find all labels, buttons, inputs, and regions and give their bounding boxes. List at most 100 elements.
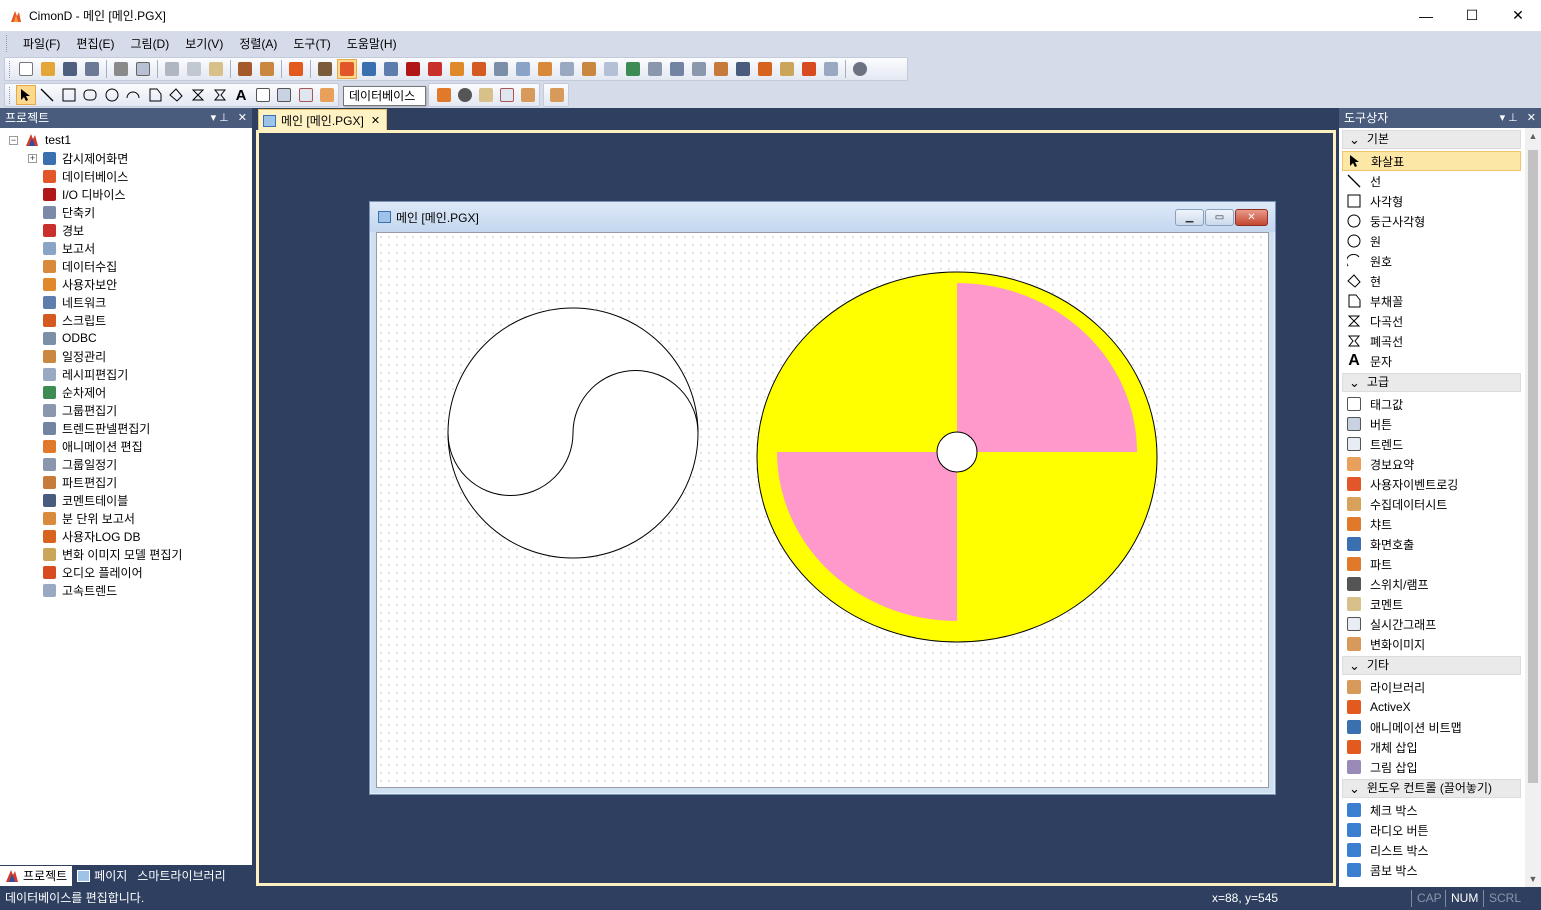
tree-item[interactable]: 네트워크 xyxy=(0,293,252,311)
part-editor-button[interactable] xyxy=(711,59,731,79)
close-button[interactable]: ✕ xyxy=(1495,0,1541,31)
arc-tool-button[interactable] xyxy=(124,85,144,105)
tree-item[interactable]: 순차제어 xyxy=(0,383,252,401)
menu-grip[interactable] xyxy=(6,35,9,52)
toolbox-item[interactable]: 버튼 xyxy=(1342,414,1521,434)
toolbox-item[interactable]: 라디오 버튼 xyxy=(1342,820,1521,840)
drawing-canvas[interactable] xyxy=(376,232,1269,788)
toolbox-item[interactable]: 코멘트 xyxy=(1342,594,1521,614)
toolbox-group-header[interactable]: ⌄ 고급 xyxy=(1342,373,1521,392)
toolbar-grip[interactable] xyxy=(9,86,12,104)
tag-value-tool-button[interactable] xyxy=(253,85,273,105)
toolbox-item[interactable]: 콤보 박스 xyxy=(1342,860,1521,880)
part-tool-button[interactable] xyxy=(434,85,453,105)
help-button[interactable] xyxy=(850,59,870,79)
tree-item[interactable]: 단축키 xyxy=(0,203,252,221)
sequence-button[interactable] xyxy=(623,59,643,79)
tree-collapse-toggle[interactable]: − xyxy=(9,135,18,145)
panel-pin-button[interactable]: ▾ ⊥ xyxy=(211,108,229,128)
button-tool-button[interactable] xyxy=(274,85,294,105)
toolbox-item[interactable]: 사용자이벤트로깅 xyxy=(1342,474,1521,494)
minimize-button[interactable]: — xyxy=(1403,0,1449,31)
comment-table-button[interactable] xyxy=(733,59,753,79)
print-preview-button[interactable] xyxy=(133,59,153,79)
save-button[interactable] xyxy=(60,59,80,79)
tree-item[interactable]: 일정관리 xyxy=(0,347,252,365)
toolbox-item[interactable]: 체크 박스 xyxy=(1342,800,1521,820)
script-button[interactable] xyxy=(469,59,489,79)
tree-item[interactable]: 사용자보안 xyxy=(0,275,252,293)
toolbox-item[interactable]: 수집데이터시트 xyxy=(1342,494,1521,514)
tree-item[interactable]: + 감시제어화면 xyxy=(0,149,252,167)
trend-panel-button[interactable] xyxy=(667,59,687,79)
toolbox-item[interactable]: 둥근사각형 xyxy=(1342,211,1521,231)
center-hole[interactable] xyxy=(936,431,978,473)
menu-help[interactable]: 도움말(H) xyxy=(339,33,405,55)
tree-item[interactable]: 코멘트테이블 xyxy=(0,491,252,509)
toolbox-group-header[interactable]: ⌄ 기타 xyxy=(1342,656,1521,675)
tree-item[interactable]: 그룹편집기 xyxy=(0,401,252,419)
tree-item[interactable]: 고속트렌드 xyxy=(0,581,252,599)
toolbox-item[interactable]: 선 xyxy=(1342,171,1521,191)
change-image-tool-button[interactable] xyxy=(519,85,538,105)
tree-item[interactable]: 레시피편집기 xyxy=(0,365,252,383)
report-button[interactable] xyxy=(513,59,533,79)
fast-trend-button[interactable] xyxy=(821,59,841,79)
page-close-button[interactable]: ✕ xyxy=(1235,209,1268,226)
toolbox-item[interactable]: A 문자 xyxy=(1342,351,1521,371)
polycurve-tool-button[interactable] xyxy=(188,85,208,105)
tab-smart-library[interactable]: 스마트라이브러리 xyxy=(132,866,230,886)
text-tool-button[interactable]: A xyxy=(231,85,251,105)
toolbox-item[interactable]: 그림 삽입 xyxy=(1342,757,1521,777)
audio-player-button[interactable] xyxy=(799,59,819,79)
menu-view[interactable]: 보기(V) xyxy=(177,33,231,55)
toolbox-item[interactable]: 파트 xyxy=(1342,554,1521,574)
sector-tool-button[interactable] xyxy=(145,85,165,105)
switch-lamp-tool-button[interactable] xyxy=(455,85,474,105)
toolbox-item[interactable]: 폐곡선 xyxy=(1342,331,1521,351)
group-editor-button[interactable] xyxy=(645,59,665,79)
tree-item[interactable]: 데이터수집 xyxy=(0,257,252,275)
tree-item[interactable]: ODBC xyxy=(0,329,252,347)
toolbox-item[interactable]: 태그값 xyxy=(1342,394,1521,414)
screen-button[interactable] xyxy=(359,59,379,79)
odbc-button[interactable] xyxy=(491,59,511,79)
recipe2-button[interactable] xyxy=(601,59,621,79)
toolbox-item[interactable]: 리스트 박스 xyxy=(1342,840,1521,860)
save-all-button[interactable] xyxy=(82,59,102,79)
recipe-button[interactable] xyxy=(557,59,577,79)
menu-tools[interactable]: 도구(T) xyxy=(285,33,338,55)
cut-button[interactable] xyxy=(162,59,182,79)
toolbox-item[interactable]: 현 xyxy=(1342,271,1521,291)
print-button[interactable] xyxy=(111,59,131,79)
tree-item[interactable]: 스크립트 xyxy=(0,311,252,329)
page-minimize-button[interactable]: ▁ xyxy=(1175,209,1204,226)
arrow-tool-button[interactable] xyxy=(15,85,36,105)
alarm-summary-tool-button[interactable] xyxy=(317,85,337,105)
toolbox-item[interactable]: 사각형 xyxy=(1342,191,1521,211)
toolbox-item[interactable]: 스위치/램프 xyxy=(1342,574,1521,594)
delete-button[interactable] xyxy=(286,59,306,79)
toolbox-item[interactable]: 변화이미지 xyxy=(1342,634,1521,654)
page-maximize-button[interactable]: ▭ xyxy=(1205,209,1234,226)
tab-main-pgx[interactable]: 메인 [메인.PGX] ✕ xyxy=(258,109,388,131)
comment-tool-button[interactable] xyxy=(476,85,495,105)
toolbox-group-header[interactable]: ⌄ 기본 xyxy=(1342,130,1521,149)
toolbox-item[interactable]: 트렌드 xyxy=(1342,434,1521,454)
pink-quadrant-top-right[interactable] xyxy=(957,283,1137,452)
picture-tool-button[interactable] xyxy=(547,85,567,105)
toolbox-item[interactable]: 라이브러리 xyxy=(1342,677,1521,697)
open-file-button[interactable] xyxy=(38,59,58,79)
page-window-titlebar[interactable]: 메인 [메인.PGX] ▁ ▭ ✕ xyxy=(370,202,1275,232)
menu-align[interactable]: 정렬(A) xyxy=(231,33,285,55)
toolbar-grip[interactable] xyxy=(9,60,12,78)
alarm-button[interactable] xyxy=(425,59,445,79)
rectangle-tool-button[interactable] xyxy=(59,85,79,105)
user-security-button[interactable] xyxy=(447,59,467,79)
database-button[interactable] xyxy=(337,59,357,79)
tree-item[interactable]: 파트편집기 xyxy=(0,473,252,491)
scroll-thumb[interactable] xyxy=(1528,150,1538,783)
maximize-button[interactable]: ☐ xyxy=(1449,0,1495,31)
pie-disc-shape[interactable] xyxy=(756,271,1158,643)
taegeuk-shape[interactable] xyxy=(447,307,699,559)
